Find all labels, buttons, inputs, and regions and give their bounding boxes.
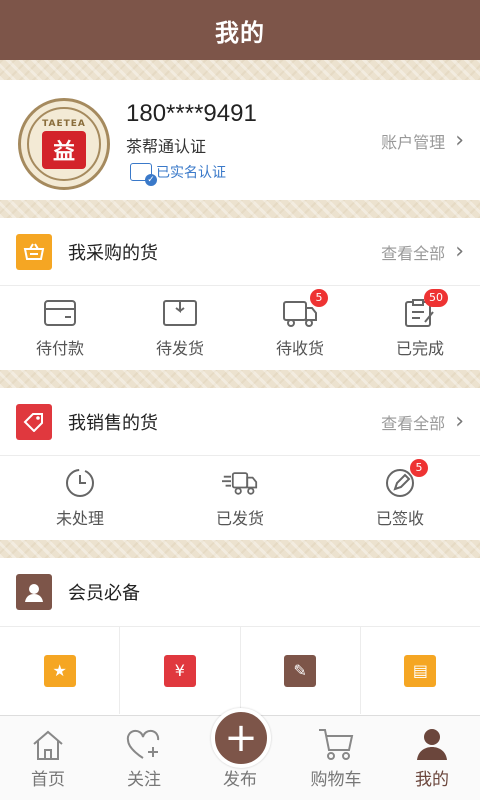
clipboard-check-icon: 50 [402,289,448,329]
tab-label: 关注 [127,770,161,790]
member-tool-finance[interactable]: ¥ [120,627,241,714]
sale-unprocessed[interactable]: 未处理 [0,467,160,529]
order-pending-shipment[interactable]: 待发货 [120,297,240,359]
chevron-right-icon: › [455,239,464,264]
id-card-icon [130,163,157,186]
edit-icon: ✎ [284,654,317,687]
item-label: 已完成 [395,339,444,358]
badge-count: 5 [310,289,328,307]
order-pending-receipt[interactable]: 5 待收货 [240,289,360,359]
heart-plus-icon [126,729,160,759]
sales-title: 我销售的货 [68,412,158,434]
item-label: 已发货 [215,509,264,528]
sales-view-all[interactable]: 查看全部 › [381,409,464,434]
sales-header[interactable]: 我销售的货 查看全部 › [0,388,480,456]
tab-label: 发布 [223,770,257,790]
tab-home[interactable]: 首页 [0,716,96,800]
divider-pattern [0,540,480,558]
user-icon [417,729,447,760]
avatar[interactable]: TAETEA 益 [18,98,110,190]
realname-badge[interactable]: 已实名认证 [130,162,226,186]
tab-mine[interactable]: 我的 [384,716,480,800]
item-label: 待发货 [155,339,204,358]
tab-cart[interactable]: 购物车 [288,716,384,800]
divider-pattern [0,60,480,80]
basket-icon [16,233,52,270]
members-title: 会员必备 [68,583,140,604]
order-completed[interactable]: 50 已完成 [360,289,480,359]
tab-label: 我的 [415,770,449,790]
tab-label: 首页 [31,770,65,790]
item-label: 未处理 [55,509,104,528]
user-icon [16,574,52,610]
pen-circle-icon: 5 [382,459,428,499]
members-header: 会员必备 [0,558,480,626]
divider-pattern [0,200,480,218]
members-section: 会员必备 ★ ¥ ✎ ▤ [0,558,480,718]
realname-label: 已实名认证 [156,165,226,181]
tab-follow[interactable]: 关注 [96,716,192,800]
purchases-header[interactable]: 我采购的货 查看全部 › [0,218,480,286]
delivery-truck-icon [222,467,258,499]
box-icon [162,297,198,329]
item-label: 待收货 [275,339,324,358]
publish-plus-button[interactable]: + [211,708,271,768]
sale-signed[interactable]: 5 已签收 [320,459,480,529]
cart-icon [319,729,354,760]
member-tool-wallet[interactable]: ▤ [361,627,480,714]
chevron-right-icon: › [455,409,464,434]
tab-label: 购物车 [310,770,362,790]
verification-text: 茶帮通认证 [126,137,207,156]
plus-icon: + [224,715,258,761]
purchases-title: 我采购的货 [68,242,158,264]
item-label: 待付款 [35,339,84,358]
page-title: 我的 [215,18,265,47]
member-tool-edit[interactable]: ✎ [241,627,361,714]
chevron-right-icon: › [455,128,464,153]
brand-logo: TAETEA 益 [27,107,101,181]
clock-icon [62,467,98,499]
divider-pattern [0,370,480,388]
wallet-icon [42,297,78,329]
view-all-label: 查看全部 [381,413,446,433]
sales-section: 我销售的货 查看全部 › 未处理 已发货 5 已签收 [0,388,480,540]
member-tool-favorites[interactable]: ★ [0,627,121,714]
view-all-label: 查看全部 [381,243,446,263]
logo-text: TAETEA [42,119,86,129]
purchases-section: 我采购的货 查看全部 › 待付款 待发货 5 待收货 50 已完成 [0,218,480,370]
yen-icon: ¥ [163,654,196,687]
logo-mark: 益 [42,131,86,169]
tag-icon [16,403,52,440]
star-icon: ★ [43,654,76,687]
sale-shipped[interactable]: 已发货 [160,467,320,529]
purchases-view-all[interactable]: 查看全部 › [381,239,464,264]
item-label: 已签收 [375,509,424,528]
truck-icon: 5 [282,289,328,329]
account-manage-label: 账户管理 [381,132,446,152]
wallet-card-icon: ▤ [404,654,437,687]
badge-count: 50 [424,289,448,307]
home-icon [33,730,63,760]
account-manage-link[interactable]: 账户管理 › [381,128,464,153]
page-header: 我的 [0,0,480,60]
badge-count: 5 [410,459,428,477]
order-pending-payment[interactable]: 待付款 [0,297,120,359]
phone-number: 180****9491 [126,100,257,127]
